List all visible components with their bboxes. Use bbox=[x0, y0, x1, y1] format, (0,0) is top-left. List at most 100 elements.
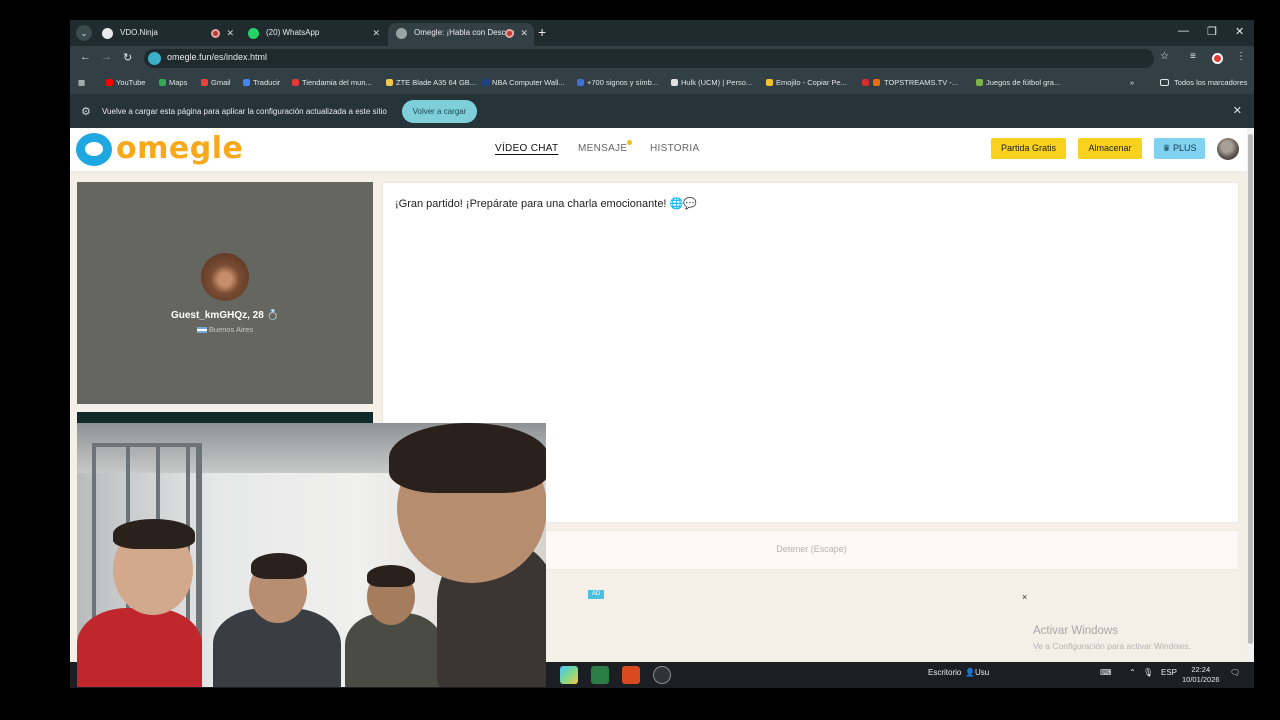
minimize-icon[interactable]: — bbox=[1178, 25, 1189, 37]
tab-label: Omegle: ¡Habla con Descon bbox=[414, 28, 515, 37]
clock[interactable]: 22:24 10/01/2026 bbox=[1182, 665, 1220, 685]
kebab-menu-icon[interactable]: ⋮ bbox=[1236, 51, 1246, 62]
bookmark-label: Hulk (UCM) | Perso... bbox=[681, 78, 753, 87]
folder-icon bbox=[1160, 79, 1169, 86]
profile-icon[interactable] bbox=[1212, 53, 1223, 64]
close-window-icon[interactable]: ✕ bbox=[1235, 25, 1244, 38]
bookmark-zte[interactable]: ZTE Blade A35 64 GB... bbox=[386, 78, 476, 87]
user-tray-label[interactable]: Usu bbox=[975, 668, 989, 677]
bookmark-label: +700 signos y símb... bbox=[587, 78, 659, 87]
bookmark-nba[interactable]: NBA Computer Wall... bbox=[482, 78, 565, 87]
vdo-ninja-favicon-icon bbox=[102, 28, 113, 39]
show-hidden-icons-icon[interactable]: ⌃ bbox=[1129, 668, 1136, 677]
bookmark-juegos[interactable]: Juegos de fútbol gra... bbox=[976, 78, 1060, 87]
apps-grid-icon[interactable]: ▦ bbox=[78, 78, 85, 87]
bookmark-label: NBA Computer Wall... bbox=[492, 78, 565, 87]
back-arrow-icon[interactable]: ← bbox=[80, 51, 91, 63]
globe-favicon-icon bbox=[396, 28, 407, 39]
tab-omegle[interactable]: Omegle: ¡Habla con Descon ✕ bbox=[388, 23, 534, 46]
maps-icon bbox=[159, 79, 166, 86]
tab-vdo-ninja[interactable]: VDO.Ninja ✕ bbox=[94, 23, 240, 46]
nav-video-chat[interactable]: VÍDEO CHAT bbox=[495, 143, 558, 154]
peer-location: Buenos Aires bbox=[77, 325, 373, 334]
nav-message[interactable]: MENSAJE bbox=[578, 143, 627, 154]
media-control-icon[interactable]: ≡ bbox=[1190, 51, 1196, 62]
hulk-icon bbox=[671, 79, 678, 86]
plus-button[interactable]: ♛ PLUS bbox=[1154, 138, 1205, 159]
tab-whatsapp[interactable]: (20) WhatsApp ✕ bbox=[240, 23, 386, 46]
person-hair bbox=[367, 565, 415, 587]
reload-page-button[interactable]: Volver a cargar bbox=[402, 100, 477, 123]
close-infobar-icon[interactable]: ✕ bbox=[1233, 104, 1242, 117]
bookmark-topstreams[interactable]: TOPSTREAMS.TV -... bbox=[862, 78, 958, 87]
peer-video-panel: Guest_kmGHQz, 28 💍 Buenos Aires bbox=[77, 182, 373, 404]
user-tray-icon[interactable]: 👤 bbox=[965, 668, 975, 677]
infobar-message: Vuelve a cargar esta página para aplicar… bbox=[102, 107, 387, 116]
bookmark-hulk[interactable]: Hulk (UCM) | Perso... bbox=[671, 78, 752, 87]
ad-badge: AD bbox=[588, 590, 604, 599]
free-match-button[interactable]: Partida Gratis bbox=[991, 138, 1066, 159]
store-app-icon[interactable] bbox=[560, 666, 578, 684]
scrollbar-thumb[interactable] bbox=[1248, 134, 1253, 644]
obs-app-icon[interactable] bbox=[653, 666, 671, 684]
crown-icon: ♛ bbox=[1162, 143, 1171, 153]
bookmark-signos[interactable]: +700 signos y símb... bbox=[577, 78, 658, 87]
notifications-icon[interactable]: 🗨 bbox=[1230, 668, 1240, 677]
maximize-icon[interactable]: ❐ bbox=[1207, 25, 1217, 38]
site-info-icon[interactable] bbox=[148, 52, 161, 65]
language-indicator[interactable]: ESP bbox=[1161, 668, 1177, 677]
peer-location-text: Buenos Aires bbox=[208, 325, 254, 334]
nav-history[interactable]: HISTORIA bbox=[650, 143, 699, 154]
bookmark-star-icon[interactable]: ☆ bbox=[1160, 51, 1169, 62]
bookmark-gmail[interactable]: Gmail bbox=[201, 78, 231, 87]
logo-text: omegle bbox=[116, 131, 244, 166]
keyboard-icon[interactable]: ⌨ bbox=[1100, 668, 1112, 677]
gmail-icon bbox=[201, 79, 208, 86]
url-text[interactable]: omegle.fun/es/index.html bbox=[167, 52, 267, 62]
reload-icon[interactable]: ↻ bbox=[123, 51, 132, 64]
forward-arrow-icon[interactable]: → bbox=[101, 51, 112, 63]
person-red-shirt bbox=[77, 608, 202, 687]
microphone-app-icon[interactable] bbox=[622, 666, 640, 684]
bookmark-maps[interactable]: Maps bbox=[159, 78, 187, 87]
tab-search-icon[interactable]: ⌄ bbox=[76, 25, 92, 41]
tiendamia-icon bbox=[292, 79, 299, 86]
bookmark-youtube[interactable]: YouTube bbox=[106, 78, 145, 87]
bookmark-label: Traducir bbox=[253, 78, 281, 87]
close-tab-icon[interactable]: ✕ bbox=[226, 23, 234, 43]
address-bar[interactable]: omegle.fun/es/index.html bbox=[144, 49, 1154, 68]
ad-close-icon[interactable]: × bbox=[1022, 592, 1027, 602]
tab-label: VDO.Ninja bbox=[120, 28, 158, 37]
youtube-icon bbox=[106, 79, 113, 86]
notification-dot bbox=[627, 140, 632, 145]
person-hair bbox=[113, 519, 195, 549]
emojilo-icon bbox=[766, 79, 773, 86]
microphone-tray-icon[interactable]: 🎙 bbox=[1143, 668, 1153, 677]
reload-infobar: ⚙ Vuelve a cargar esta página para aplic… bbox=[70, 95, 1254, 128]
clock-date: 10/01/2026 bbox=[1182, 675, 1220, 684]
omegle-logo[interactable]: omegle bbox=[76, 131, 243, 167]
address-toolbar: ← → ↻ omegle.fun/es/index.html ☆ ≡ ⋮ bbox=[70, 46, 1254, 71]
recording-icon bbox=[505, 29, 514, 38]
bookmark-emojilo[interactable]: Emojilo - Copiar Pe... bbox=[766, 78, 847, 87]
bookmark-label: Gmail bbox=[211, 78, 231, 87]
bookmark-translate[interactable]: Traducir bbox=[243, 78, 280, 87]
close-tab-icon[interactable]: ✕ bbox=[372, 23, 380, 43]
omegle-header: omegle VÍDEO CHAT MENSAJE HISTORIA Parti… bbox=[70, 128, 1247, 174]
plus-label: PLUS bbox=[1173, 143, 1197, 153]
bookmark-tiendamia[interactable]: Tiendamia del mun... bbox=[292, 78, 372, 87]
bookmarks-overflow[interactable]: » bbox=[1130, 78, 1134, 87]
close-tab-icon[interactable]: ✕ bbox=[520, 23, 528, 43]
user-avatar[interactable] bbox=[1217, 138, 1239, 160]
tab-strip: ⌄ VDO.Ninja ✕ (20) WhatsApp ✕ Omegle: ¡H… bbox=[70, 20, 1254, 46]
calculator-app-icon[interactable] bbox=[591, 666, 609, 684]
peer-name: Guest_kmGHQz, 28 💍 bbox=[170, 310, 280, 321]
bookmarks-bar: ▦ YouTube Maps Gmail Traducir Tiendamia … bbox=[70, 71, 1254, 95]
all-bookmarks[interactable]: Todos los marcadores bbox=[1160, 78, 1247, 87]
desktop-label[interactable]: Escritorio bbox=[928, 668, 961, 677]
store-button[interactable]: Almacenar bbox=[1078, 138, 1142, 159]
new-tab-plus-icon[interactable]: + bbox=[538, 24, 546, 40]
page-scrollbar[interactable] bbox=[1247, 128, 1254, 688]
webcam-overlay bbox=[77, 423, 546, 687]
juegos-icon bbox=[976, 79, 983, 86]
